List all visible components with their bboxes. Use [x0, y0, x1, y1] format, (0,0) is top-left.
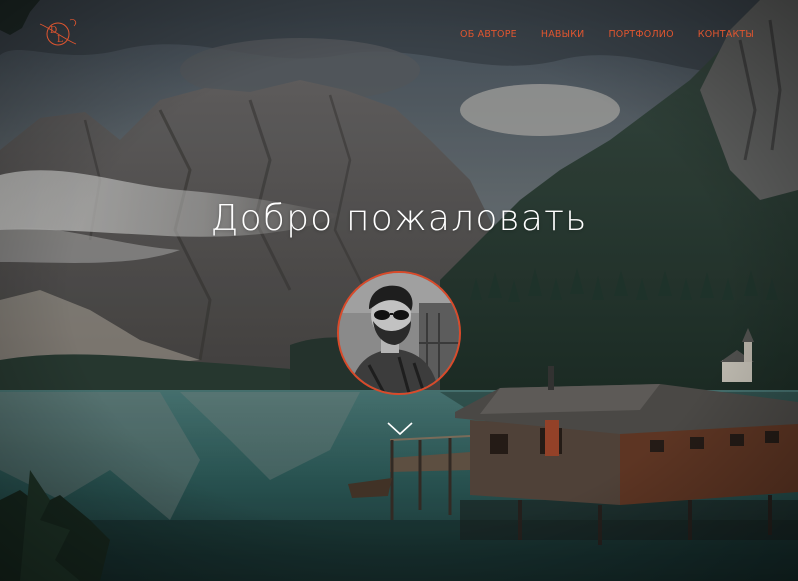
nav-item-portfolio[interactable]: ПОРТФОЛИО: [608, 29, 673, 40]
author-avatar: [337, 271, 461, 395]
nav-item-contacts[interactable]: КОНТАКТЫ: [698, 29, 754, 40]
logo-icon[interactable]: D L: [36, 14, 80, 54]
nav-item-skills[interactable]: НАВЫКИ: [541, 29, 585, 40]
welcome-title: Добро пожаловать: [210, 198, 588, 239]
svg-text:L: L: [57, 35, 63, 45]
author-photo: [339, 273, 459, 393]
nav-item-about[interactable]: ОБ АВТОРЕ: [460, 29, 517, 40]
chevron-down-icon[interactable]: [386, 420, 414, 438]
hero-section: D L ОБ АВТОРЕ НАВЫКИ ПОРТФОЛИО КОНТАКТЫ …: [0, 0, 798, 581]
main-nav: ОБ АВТОРЕ НАВЫКИ ПОРТФОЛИО КОНТАКТЫ: [460, 29, 754, 40]
